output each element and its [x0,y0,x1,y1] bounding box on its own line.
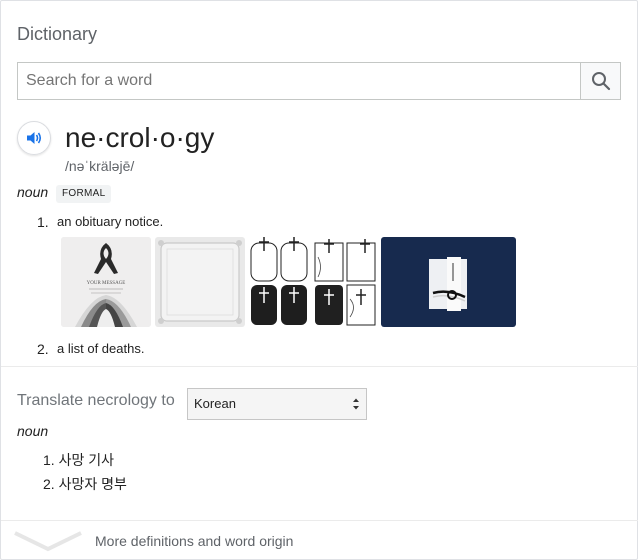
pronunciation-audio-button[interactable] [17,121,51,155]
translation-part-of-speech: noun [17,423,49,439]
cross-frames-image-2 [313,237,377,327]
translation-item: 2. 사망자 명부 [43,474,127,494]
funeral-envelope-image [381,237,516,327]
translation-item: 1. 사망 기사 [43,450,114,470]
search-box [17,62,621,100]
translation-text: 사망자 명부 [58,476,127,492]
language-select[interactable]: Korean [187,388,367,420]
search-input[interactable] [18,63,580,99]
translation-text: 사망 기사 [58,452,114,468]
select-arrows-icon [353,398,359,410]
definition-number: 1. [37,214,49,230]
translation-number: 2. [43,476,55,492]
image-thumbnail[interactable]: YOUR MESSAGE [61,237,151,327]
language-select-value: Korean [194,396,236,411]
image-thumbnail[interactable] [249,237,309,327]
section-divider [1,520,638,521]
section-divider [1,366,638,367]
speaker-icon [27,132,42,144]
headword: ne·crol·o·gy [65,122,215,153]
gray-frame-image [155,237,245,327]
more-definitions-link[interactable]: More definitions and word origin [95,533,293,549]
search-button[interactable] [580,63,620,99]
phonetic-spelling: /nəˈkräləjē/ [65,158,135,174]
part-of-speech: noun [17,184,49,200]
cross-frames-image-1 [249,237,309,327]
definition-text: a list of deaths. [57,341,145,356]
black-ribbon-obituary-image: YOUR MESSAGE [61,237,151,327]
translation-number: 1. [43,452,55,468]
card-title: Dictionary [17,24,98,44]
definition-number: 2. [37,341,49,357]
image-thumbnail[interactable] [155,237,245,327]
register-badge: FORMAL [56,185,112,203]
translate-label: Translate necrology to [17,392,175,409]
image-caption: YOUR MESSAGE [87,281,126,286]
image-thumbnail[interactable] [381,237,516,327]
chevron-down-icon[interactable] [13,529,83,553]
dictionary-card: Dictionary ne·crol·o·gy /nəˈkräləjē/ nou… [0,0,638,560]
image-thumbnail[interactable] [313,237,377,327]
definition-text: an obituary notice. [57,214,164,229]
search-icon [591,72,610,91]
